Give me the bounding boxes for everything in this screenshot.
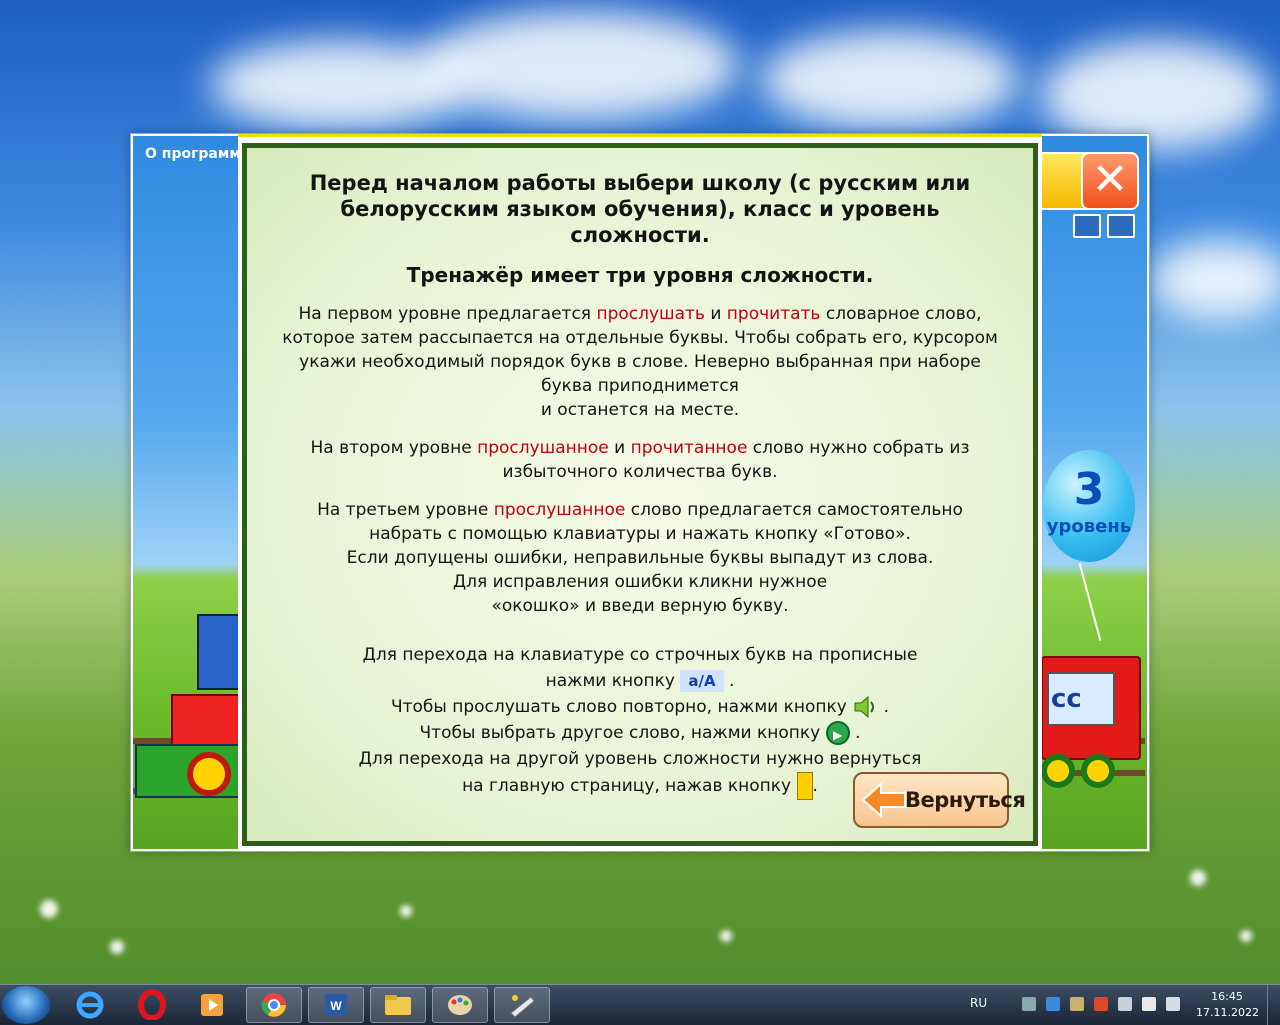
level1-highlight-read: прочитать <box>726 304 821 324</box>
case-toggle-key-icon: а/А <box>680 670 724 692</box>
clock-date: 17.11.2022 <box>1196 1006 1259 1019</box>
wagon-wheel <box>1041 754 1075 788</box>
level2-highlight-listened: прослушанное <box>477 438 609 458</box>
cloud <box>420 10 740 120</box>
system-tray: RU <box>960 985 1196 1025</box>
back-button[interactable]: Вернуться <box>853 772 1026 828</box>
levels-heading: Тренажёр имеет три уровня сложности. <box>406 263 874 287</box>
taskbar-ie[interactable] <box>62 987 118 1023</box>
svg-text:W: W <box>330 999 342 1013</box>
level2-part2: и <box>608 438 631 458</box>
level2-text: На втором уровне прослушанное и прочитан… <box>310 436 970 484</box>
taskbar-media-player[interactable] <box>184 987 240 1023</box>
level1-highlight-listen: прослушать <box>596 304 705 324</box>
level1-part4: и останется на месте. <box>540 400 740 420</box>
level1-part1: На первом уровне предлагается <box>298 304 597 324</box>
tip-dot: . <box>812 776 818 796</box>
balloon-number: 3 <box>1073 464 1105 515</box>
flower <box>1240 930 1252 942</box>
tip-case-line1: Для перехода на клавиатуре со строчных б… <box>362 645 918 665</box>
paint-palette-icon <box>448 995 472 1015</box>
chrome-icon <box>261 993 286 1017</box>
instructions-panel: Перед началом работы выбери школу (с рус… <box>242 143 1038 846</box>
instructions-heading: Перед началом работы выбери школу (с рус… <box>309 171 971 247</box>
taskbar-explorer[interactable] <box>370 987 426 1023</box>
tip-repeat: Чтобы прослушать слово повторно, нажми к… <box>390 697 847 717</box>
action-center-flag-icon[interactable] <box>1142 997 1156 1011</box>
volume-icon[interactable] <box>1118 997 1132 1011</box>
folder-icon <box>385 995 411 1015</box>
locomotive-cab <box>197 614 241 690</box>
word-icon: W <box>325 994 347 1016</box>
level3-line2: Если допущены ошибки, неправильные буквы… <box>346 548 934 568</box>
tray-device-icon[interactable] <box>1070 997 1084 1011</box>
tray-network-app-icon[interactable] <box>1046 997 1060 1011</box>
close-button[interactable]: ✕ <box>1081 152 1139 210</box>
speaker-icon <box>854 695 875 719</box>
taskbar-opera[interactable] <box>124 987 180 1023</box>
cloud <box>1150 240 1280 320</box>
media-player-icon <box>201 994 223 1016</box>
level3-line4: «окошко» и введи верную букву. <box>491 596 789 616</box>
network-icon[interactable] <box>1166 997 1180 1011</box>
flower <box>720 930 732 942</box>
level1-part2: и <box>704 304 727 324</box>
locomotive-wheel <box>187 752 231 796</box>
trainer-app-icon <box>510 995 535 1018</box>
taskbar-word[interactable]: W <box>308 987 364 1023</box>
window-mode-icon[interactable] <box>1073 214 1101 238</box>
flower <box>40 900 58 918</box>
start-button[interactable] <box>2 986 50 1024</box>
wagon-window: сс <box>1047 672 1115 726</box>
flower <box>400 905 412 917</box>
tip-other-word: Чтобы выбрать другое слово, нажми кнопку <box>419 723 821 743</box>
cloud <box>760 30 1020 130</box>
instructions-content: Перед началом работы выбери школу (с рус… <box>247 170 1033 800</box>
app-title[interactable]: О программ <box>145 146 241 162</box>
taskbar-clock[interactable]: 16:45 17.11.2022 <box>1196 989 1259 1021</box>
next-word-icon: ▶ <box>825 721 850 745</box>
internet-explorer-icon <box>76 991 104 1019</box>
tray-usb-icon[interactable] <box>1094 997 1108 1011</box>
show-desktop-button[interactable] <box>1267 985 1280 1025</box>
level3-highlight-listened: прослушанное <box>493 500 626 520</box>
tip-case-line2: нажми кнопку <box>545 671 675 691</box>
exit-door-icon <box>796 772 813 800</box>
language-indicator[interactable]: RU <box>970 996 987 1010</box>
back-arrow-icon <box>861 782 906 818</box>
train-wagon: сс <box>1041 656 1141 760</box>
tray-arrow-icon[interactable] <box>1022 997 1036 1011</box>
level2-part1: На втором уровне <box>310 438 478 458</box>
close-icon: ✕ <box>1091 154 1129 205</box>
opera-icon <box>138 990 166 1020</box>
flower <box>1190 870 1206 886</box>
tip-dot: . <box>883 697 890 717</box>
level3-text: На третьем уровне прослушанное слово пре… <box>310 498 970 618</box>
tip-dot: . <box>728 671 735 691</box>
back-button-label: Вернуться <box>905 788 1026 812</box>
tip-level-line1: Для перехода на другой уровень сложности… <box>358 749 922 769</box>
level3-line3: Для исправления ошибки кликни нужное <box>452 572 828 592</box>
level-balloon[interactable]: 3 уровень <box>1043 450 1135 562</box>
level3-part1: На третьем уровне <box>317 500 494 520</box>
clock-time: 16:45 <box>1211 990 1243 1003</box>
wagon-wheel <box>1081 754 1115 788</box>
taskbar: W RU 16:45 17.11.2022 <box>0 984 1280 1025</box>
taskbar-chrome[interactable] <box>246 987 302 1023</box>
tip-dot: . <box>855 723 861 743</box>
taskbar-paint[interactable] <box>432 987 488 1023</box>
level2-highlight-read: прочитанное <box>630 438 748 458</box>
fullscreen-mode-icon[interactable] <box>1107 214 1135 238</box>
balloon-label: уровень <box>1046 516 1132 537</box>
instructions-dialog: Перед началом работы выбери школу (с рус… <box>238 134 1042 850</box>
taskbar-trainer-app[interactable] <box>494 987 550 1023</box>
level1-text: На первом уровне предлагается прослушать… <box>280 302 1000 422</box>
flower <box>110 940 124 954</box>
tip-level-line2: на главную страницу, нажав кнопку <box>462 776 792 796</box>
